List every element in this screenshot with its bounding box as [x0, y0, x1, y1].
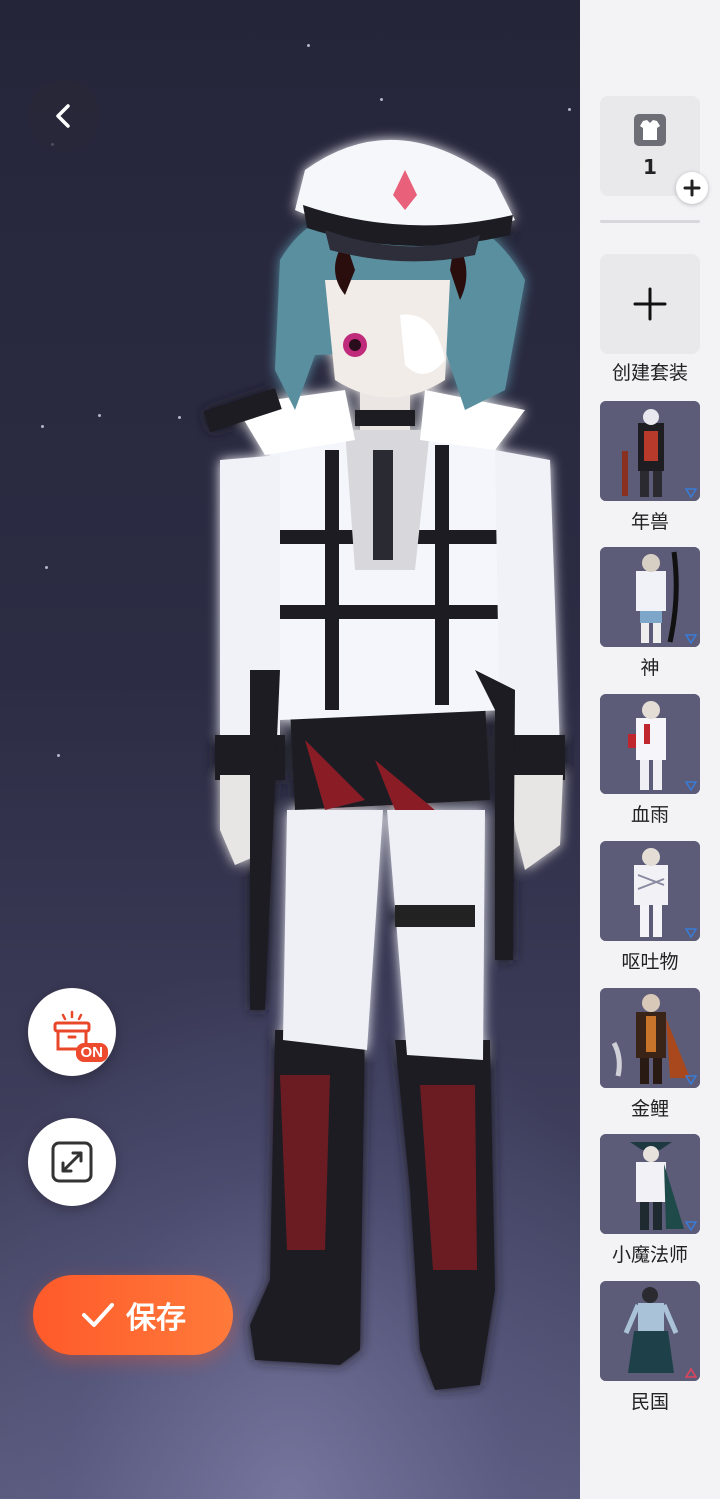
- outfit-label: 神: [640, 657, 660, 679]
- star: [57, 754, 60, 757]
- outfit-thumbnail: [600, 841, 700, 941]
- outfit-item[interactable]: 民国: [600, 1281, 700, 1414]
- outfit-thumbnail: [600, 988, 700, 1088]
- back-button[interactable]: [28, 80, 100, 152]
- shirt-icon: [634, 114, 666, 146]
- star: [41, 425, 44, 428]
- chevron-left-icon: [56, 104, 70, 128]
- outfit-thumbnail: [600, 694, 700, 794]
- outfit-item[interactable]: 年兽: [600, 401, 700, 534]
- outfit-label: 金鲤: [630, 1098, 669, 1120]
- star: [98, 414, 101, 417]
- outfit-label: 呕吐物: [621, 951, 679, 973]
- divider: [600, 220, 700, 223]
- outfit-thumbnail: [600, 1281, 700, 1381]
- add-count-button[interactable]: [676, 172, 708, 204]
- fullscreen-button[interactable]: [28, 1118, 116, 1206]
- up-marker-icon: [685, 1368, 697, 1378]
- star: [380, 98, 383, 101]
- down-marker-icon: [685, 634, 697, 644]
- outfit-thumbnail: [600, 401, 700, 501]
- outfit-label: 小魔法师: [611, 1244, 688, 1266]
- expand-icon: [51, 1141, 93, 1183]
- outfit-item[interactable]: 血雨: [600, 694, 700, 827]
- avatar-character[interactable]: [195, 110, 575, 1400]
- star: [307, 44, 310, 47]
- avatar-stage[interactable]: ON 保存: [0, 0, 580, 1499]
- check-icon: [82, 1303, 114, 1327]
- outfit-panel: 1 创建套装 年兽 神 血雨 呕吐物 金鲤 小魔法师 民国: [580, 0, 720, 1499]
- wardrobe-toggle-button[interactable]: ON: [28, 988, 116, 1076]
- down-marker-icon: [685, 488, 697, 498]
- on-badge: ON: [75, 1043, 108, 1062]
- down-marker-icon: [685, 928, 697, 938]
- down-marker-icon: [685, 781, 697, 791]
- outfit-label: 民国: [630, 1391, 669, 1413]
- outfit-item[interactable]: 金鲤: [600, 988, 700, 1121]
- plus-icon: [683, 179, 701, 197]
- down-marker-icon: [685, 1075, 697, 1085]
- plus-icon: [633, 287, 667, 321]
- outfit-label: 血雨: [630, 804, 669, 826]
- outfit-count: 1: [643, 155, 657, 179]
- outfit-thumbnail: [600, 547, 700, 647]
- outfit-thumbnail: [600, 1134, 700, 1234]
- save-label: 保存: [126, 1301, 186, 1336]
- outfit-item[interactable]: 呕吐物: [600, 841, 700, 974]
- star: [45, 566, 48, 569]
- save-button[interactable]: 保存: [33, 1275, 233, 1355]
- star: [178, 416, 181, 419]
- outfit-item[interactable]: 神: [600, 547, 700, 680]
- outfit-item[interactable]: 小魔法师: [600, 1134, 700, 1267]
- down-marker-icon: [685, 1221, 697, 1231]
- outfit-label: 年兽: [630, 511, 669, 533]
- create-outfit-button[interactable]: [600, 254, 700, 354]
- create-outfit-label: 创建套装: [611, 362, 688, 384]
